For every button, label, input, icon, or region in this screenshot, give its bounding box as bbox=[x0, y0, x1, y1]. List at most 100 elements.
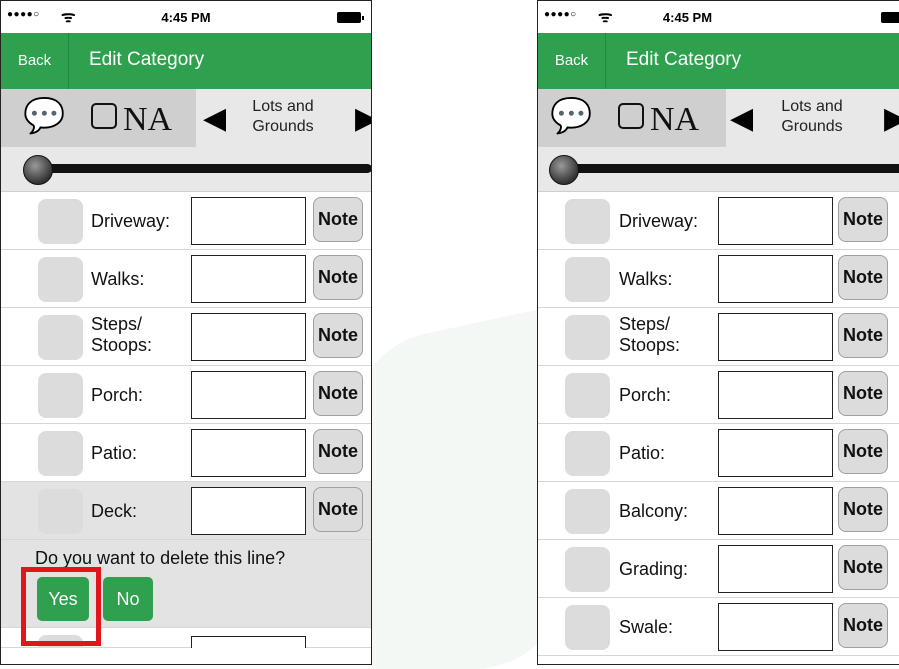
note-button[interactable]: Note bbox=[838, 487, 888, 532]
status-bar: ●●●●○ ᯤ 4:45 PM bbox=[538, 1, 899, 33]
item-checkbox[interactable] bbox=[38, 199, 83, 244]
phone-screen-left: ●●●●○ ᯤ 4:45 PM Back Edit Category 💬 NA … bbox=[0, 0, 372, 665]
item-checkbox[interactable] bbox=[38, 431, 83, 476]
list-item: Walks: Note bbox=[538, 250, 899, 308]
status-time: 4:45 PM bbox=[161, 10, 211, 25]
na-label: NA bbox=[123, 101, 173, 138]
item-input[interactable] bbox=[718, 545, 833, 593]
item-checkbox[interactable] bbox=[565, 605, 610, 650]
list-item: Swale: Note bbox=[538, 598, 899, 656]
category-name-line2: Grounds bbox=[781, 118, 843, 135]
item-label: Deck: bbox=[91, 501, 138, 521]
note-button[interactable]: Note bbox=[838, 429, 888, 474]
item-label: Swale: bbox=[619, 617, 674, 637]
item-input[interactable] bbox=[191, 197, 306, 245]
note-button[interactable]: Note bbox=[838, 603, 888, 648]
note-button[interactable]: Note bbox=[313, 371, 363, 416]
item-checkbox[interactable] bbox=[565, 431, 610, 476]
item-checkbox[interactable] bbox=[38, 489, 83, 534]
item-checkbox[interactable] bbox=[38, 257, 83, 302]
item-list: Driveway: Note Walks: Note Steps/ Stoops… bbox=[538, 192, 899, 656]
item-input[interactable] bbox=[718, 313, 833, 361]
note-button[interactable]: Note bbox=[838, 197, 888, 242]
item-label-line1: Steps/ bbox=[91, 314, 143, 334]
category-name: Lots and Grounds bbox=[233, 97, 333, 137]
next-category-icon[interactable]: ▶ bbox=[355, 101, 371, 136]
note-button[interactable]: Note bbox=[313, 255, 363, 300]
list-item: Steps/ Stoops: Note bbox=[538, 308, 899, 366]
item-checkbox[interactable] bbox=[565, 489, 610, 534]
item-checkbox[interactable] bbox=[565, 315, 610, 360]
status-bar: ●●●●○ ᯤ 4:45 PM bbox=[1, 1, 371, 33]
note-button[interactable]: Note bbox=[313, 197, 363, 242]
list-item: Patio: Note bbox=[1, 424, 371, 482]
item-checkbox[interactable] bbox=[565, 257, 610, 302]
list-item: Grading: Note bbox=[538, 540, 899, 598]
list-item: Porch: Note bbox=[538, 366, 899, 424]
comment-icon[interactable]: 💬 bbox=[550, 99, 592, 133]
na-checkbox[interactable] bbox=[618, 103, 644, 129]
item-input[interactable] bbox=[191, 636, 306, 648]
prev-category-icon[interactable]: ◀ bbox=[203, 101, 226, 136]
item-checkbox[interactable] bbox=[38, 315, 83, 360]
list-item: Steps/ Stoops: Note bbox=[1, 308, 371, 366]
battery-icon bbox=[881, 12, 899, 23]
na-label: NA bbox=[650, 101, 700, 138]
page-title: Edit Category bbox=[626, 49, 742, 70]
list-item: Balcony: Note bbox=[538, 482, 899, 540]
slider-bar bbox=[1, 147, 371, 192]
item-label-line2: Stoops: bbox=[91, 335, 153, 355]
item-input[interactable] bbox=[191, 371, 306, 419]
item-input[interactable] bbox=[191, 487, 306, 535]
note-button[interactable]: Note bbox=[838, 371, 888, 416]
comment-icon[interactable]: 💬 bbox=[23, 99, 65, 133]
prev-category-icon[interactable]: ◀ bbox=[730, 101, 753, 136]
note-button[interactable]: Note bbox=[838, 313, 888, 358]
back-button[interactable]: Back bbox=[538, 33, 606, 89]
note-button[interactable]: Note bbox=[838, 545, 888, 590]
status-time: 4:45 PM bbox=[662, 10, 713, 25]
list-item: Walks: Note bbox=[1, 250, 371, 308]
slider-knob[interactable] bbox=[549, 155, 579, 185]
note-button[interactable]: Note bbox=[838, 255, 888, 300]
item-label: Walks: bbox=[619, 269, 673, 289]
item-label: Porch: bbox=[91, 385, 144, 405]
nav-bar: Back Edit Category bbox=[538, 33, 899, 89]
yes-highlight-box bbox=[21, 567, 101, 646]
list-item-selected: Deck: Note bbox=[1, 482, 371, 540]
note-button[interactable]: Note bbox=[313, 429, 363, 474]
item-label: Grading: bbox=[619, 559, 689, 579]
item-checkbox[interactable] bbox=[565, 547, 610, 592]
item-input[interactable] bbox=[718, 603, 833, 651]
item-label: Steps/ Stoops: bbox=[619, 314, 680, 356]
item-input[interactable] bbox=[718, 487, 833, 535]
item-input[interactable] bbox=[191, 255, 306, 303]
slider-track[interactable] bbox=[27, 164, 371, 173]
note-button[interactable]: Note bbox=[313, 313, 363, 358]
item-checkbox[interactable] bbox=[565, 199, 610, 244]
category-toolbar: 💬 NA ◀ Lots and Grounds ▶ bbox=[1, 89, 371, 147]
back-button[interactable]: Back bbox=[1, 33, 69, 89]
item-input[interactable] bbox=[191, 429, 306, 477]
next-category-icon[interactable]: ▶ bbox=[884, 101, 899, 136]
item-label: Porch: bbox=[619, 385, 672, 405]
item-input[interactable] bbox=[718, 255, 833, 303]
item-label: Patio: bbox=[619, 443, 666, 463]
category-name-line2: Grounds bbox=[252, 118, 314, 135]
item-input[interactable] bbox=[718, 371, 833, 419]
na-checkbox[interactable] bbox=[91, 103, 117, 129]
no-button[interactable]: No bbox=[103, 577, 153, 621]
item-checkbox[interactable] bbox=[565, 373, 610, 418]
list-item: Driveway: Note bbox=[1, 192, 371, 250]
item-input[interactable] bbox=[718, 197, 833, 245]
item-checkbox[interactable] bbox=[38, 373, 83, 418]
nav-bar: Back Edit Category bbox=[1, 33, 371, 89]
slider-knob[interactable] bbox=[23, 155, 53, 185]
item-input[interactable] bbox=[191, 313, 306, 361]
item-label: Steps/ Stoops: bbox=[91, 314, 152, 356]
slider-track[interactable] bbox=[552, 164, 899, 173]
delete-question: Do you want to delete this line? bbox=[35, 548, 286, 568]
note-button[interactable]: Note bbox=[313, 487, 363, 532]
item-input[interactable] bbox=[718, 429, 833, 477]
page-title: Edit Category bbox=[89, 49, 205, 70]
